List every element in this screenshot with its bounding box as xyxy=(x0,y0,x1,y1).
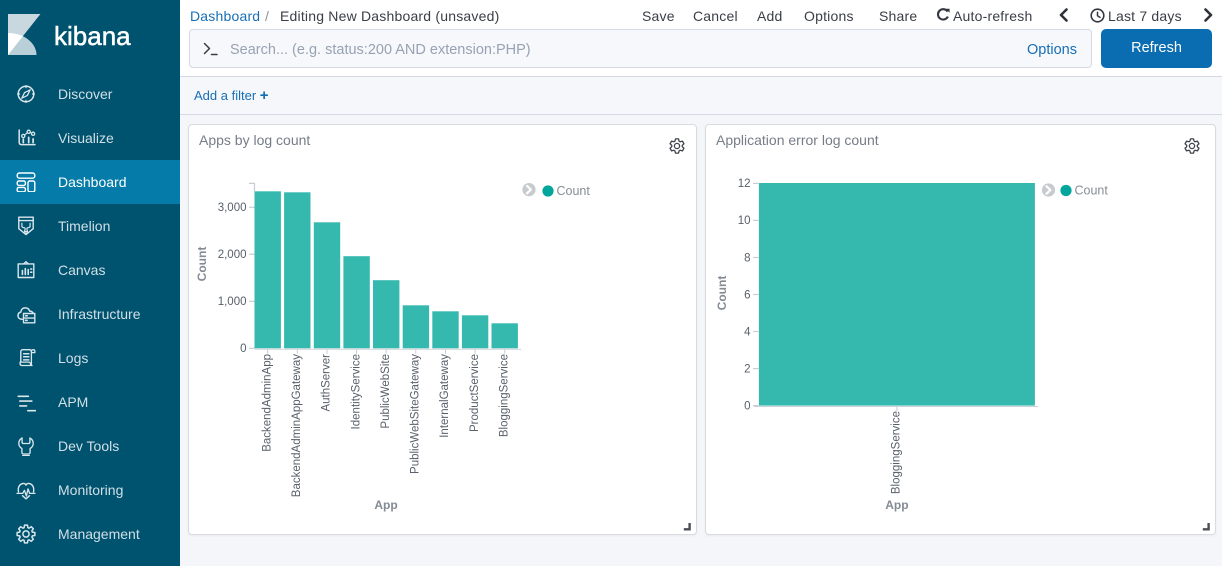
svg-text:10: 10 xyxy=(738,215,751,227)
svg-text:Count: Count xyxy=(195,247,209,282)
svg-text:0: 0 xyxy=(744,400,750,412)
svg-text:BackendAdminAppGateway: BackendAdminAppGateway xyxy=(291,354,303,497)
svg-text:2: 2 xyxy=(744,363,750,375)
svg-text:12: 12 xyxy=(738,178,751,190)
svg-text:3,000: 3,000 xyxy=(218,202,247,214)
svg-text:ProductService: ProductService xyxy=(469,354,481,432)
svg-text:App: App xyxy=(885,498,908,512)
svg-text:8: 8 xyxy=(744,252,750,264)
svg-text:Count: Count xyxy=(1075,184,1109,198)
svg-text:Count: Count xyxy=(557,184,591,198)
svg-text:2,000: 2,000 xyxy=(218,249,247,261)
svg-text:PublicWebSite: PublicWebSite xyxy=(380,354,392,429)
svg-text:6: 6 xyxy=(744,289,750,301)
svg-text:BloggingService: BloggingService xyxy=(891,411,903,494)
svg-text:BloggingService: BloggingService xyxy=(498,354,510,437)
svg-text:1,000: 1,000 xyxy=(218,296,247,308)
svg-text:App: App xyxy=(374,498,397,512)
svg-text:Count: Count xyxy=(715,276,729,311)
svg-text:PublicWebSiteGateway: PublicWebSiteGateway xyxy=(410,354,422,474)
svg-text:BackendAdminApp: BackendAdminApp xyxy=(261,354,273,452)
svg-text:0: 0 xyxy=(240,343,246,355)
svg-text:4: 4 xyxy=(744,326,751,338)
svg-text:IdentityService: IdentityService xyxy=(350,354,362,429)
svg-text:AuthServer: AuthServer xyxy=(321,354,333,412)
svg-text:InternalGateway: InternalGateway xyxy=(439,354,451,438)
